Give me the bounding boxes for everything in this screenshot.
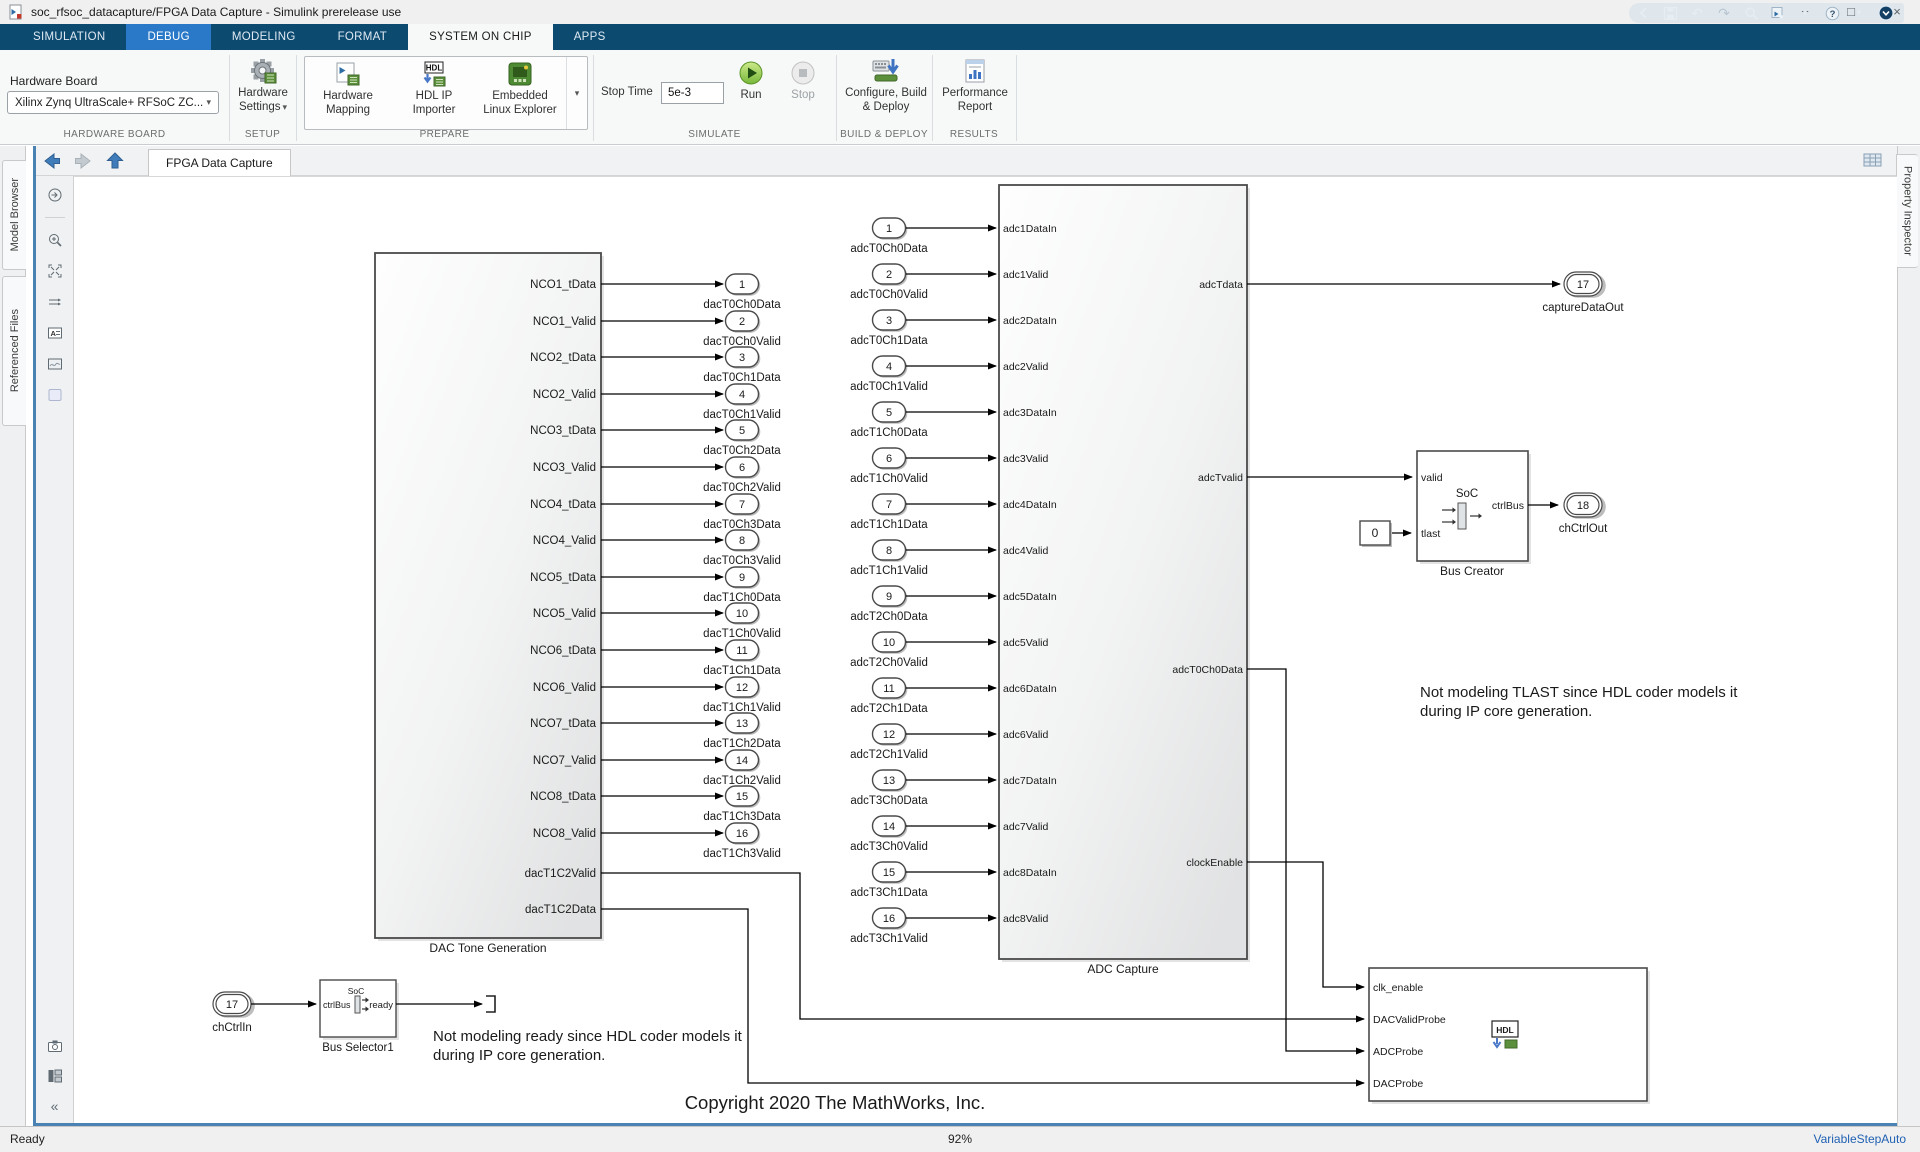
toolstrip-tab-bar: SIMULATIONDEBUGMODELINGFORMATSYSTEM ON C… <box>0 24 1920 50</box>
button-label: Importer <box>413 103 456 117</box>
configure-build-deploy-button[interactable]: Configure, Build & Deploy <box>843 56 929 114</box>
embedded-linux-button[interactable]: EmbeddedLinux Explorer <box>477 57 563 129</box>
run-icon <box>738 58 764 88</box>
solver-link[interactable]: VariableStepAuto <box>1813 1132 1906 1146</box>
stop-time-label: Stop Time <box>601 86 653 98</box>
svg-text:?: ? <box>1829 9 1835 20</box>
chevron-down-icon: ▾ <box>283 102 288 112</box>
help-icon[interactable]: ? <box>1824 5 1840 21</box>
up-to-parent-icon[interactable] <box>104 150 126 172</box>
stop-icon <box>790 58 816 88</box>
hardware-board-value: Xilinx Zynq UltraScale+ RFSoC ZC... <box>15 97 203 109</box>
hardware-settings-label-1: Hardware <box>238 86 288 100</box>
button-label: Mapping <box>326 103 370 117</box>
chevron-down-icon: ▾ <box>206 97 211 108</box>
status-message: Ready <box>10 1132 45 1146</box>
zoom-in-icon[interactable] <box>46 231 64 249</box>
button-label: Hardware <box>323 89 373 103</box>
performance-report-label-2: Report <box>958 100 993 114</box>
jump-icon[interactable] <box>46 186 64 204</box>
button-label: Linux Explorer <box>483 103 557 117</box>
hardware-settings-label-2: Settings <box>239 101 281 113</box>
toolstrip-collapse-icon[interactable] <box>1878 5 1894 21</box>
document-tab[interactable]: FPGA Data Capture <box>148 149 291 177</box>
section-caption-results: RESULTS <box>932 129 1016 140</box>
tab-property-inspector[interactable]: Property Inspector <box>1896 154 1918 268</box>
tab-modeling[interactable]: MODELING <box>211 24 317 50</box>
quick-access-toolbar: ↶ ↷ ▾? ▾ <box>1629 3 1904 23</box>
left-tab-strip: Model Browser Referenced Files <box>0 146 26 1126</box>
svg-text:A: A <box>50 329 56 338</box>
hdl-ip-importer-button[interactable]: HDL HDL IPImporter <box>391 57 477 129</box>
prepare-gallery: HardwareMapping HDL HDL IPImporter Embedded… <box>304 56 588 130</box>
performance-report-label-1: Performance <box>942 86 1008 100</box>
tab-debug[interactable]: DEBUG <box>126 24 210 50</box>
zoom-level: 92% <box>948 1132 972 1146</box>
tab-model-browser[interactable]: Model Browser <box>2 160 26 270</box>
performance-report-button[interactable]: Performance Report <box>937 56 1013 114</box>
section-caption-setup: SETUP <box>229 129 296 140</box>
button-label: HDL IP <box>416 89 453 103</box>
caret-down-icon[interactable]: ▾ <box>1797 5 1813 21</box>
tab-format[interactable]: FORMAT <box>317 24 409 50</box>
favorites-icon[interactable] <box>1770 5 1786 21</box>
performance-report-icon <box>962 56 988 86</box>
navigation-bar: FPGA Data Capture <box>36 146 1897 176</box>
window-title: soc_rfsoc_datacapture/FPGA Data Capture … <box>31 5 401 19</box>
gear-chip-icon <box>249 56 277 86</box>
right-tab-strip: Property Inspector <box>1897 146 1920 1126</box>
build-deploy-label-2: & Deploy <box>863 100 910 114</box>
grid-view-icon[interactable] <box>1863 152 1883 173</box>
stop-time-input[interactable]: 5e-3 <box>661 82 724 104</box>
status-bar: Ready 92% VariableStepAuto <box>0 1126 1920 1152</box>
annotation-icon[interactable]: A <box>46 324 64 342</box>
screenshot-icon[interactable] <box>46 1037 64 1055</box>
svg-text:HDL: HDL <box>426 64 443 73</box>
fit-view-icon[interactable] <box>46 262 64 280</box>
button-label: Embedded <box>492 89 548 103</box>
palette-divider <box>45 217 65 218</box>
caret-down-icon[interactable]: ▾ <box>1851 5 1867 21</box>
build-deploy-icon <box>871 56 901 86</box>
run-label: Run <box>740 88 761 102</box>
tab-system-on-chip[interactable]: SYSTEM ON CHIP <box>408 24 553 50</box>
section-caption-hardware-board: HARDWARE BOARD <box>0 129 229 140</box>
layout-icon[interactable] <box>46 1067 64 1085</box>
section-caption-build-deploy: BUILD & DEPLOY <box>836 129 932 140</box>
stop-label: Stop <box>791 88 815 102</box>
stop-time-value: 5e-3 <box>668 87 691 99</box>
forward-icon[interactable] <box>72 150 94 172</box>
image-icon[interactable] <box>46 355 64 373</box>
canvas-palette: A « <box>36 176 74 1123</box>
signal-routing-icon[interactable] <box>46 293 64 311</box>
search-icon[interactable] <box>1743 5 1759 21</box>
hardware-board-label: Hardware Board <box>10 74 97 88</box>
hardware-mapping-icon <box>334 59 362 89</box>
embedded-linux-icon <box>506 59 534 89</box>
model-canvas[interactable] <box>74 176 1897 1123</box>
tab-simulation[interactable]: SIMULATION <box>12 24 126 50</box>
section-caption-prepare: PREPARE <box>296 129 593 140</box>
redo-icon[interactable]: ↷ <box>1716 5 1732 21</box>
simulink-model-icon <box>8 4 24 20</box>
toolstrip: Hardware Board Xilinx Zynq UltraScale+ R… <box>0 50 1920 145</box>
undo-icon[interactable]: ↶ <box>1689 5 1705 21</box>
tab-apps[interactable]: APPS <box>553 24 627 50</box>
hardware-mapping-button[interactable]: HardwareMapping <box>305 57 391 129</box>
section-caption-simulate: SIMULATE <box>593 129 836 140</box>
collapse-icon[interactable]: « <box>46 1097 64 1115</box>
build-deploy-label-1: Configure, Build <box>845 86 927 100</box>
tab-referenced-files[interactable]: Referenced Files <box>2 276 26 426</box>
hdl-ip-importer-icon: HDL <box>420 59 448 89</box>
hardware-board-select[interactable]: Xilinx Zynq UltraScale+ RFSoC ZC... ▾ <box>7 91 219 114</box>
stop-button[interactable]: Stop <box>780 58 826 102</box>
hardware-settings-button[interactable]: Hardware Settings▾ <box>231 56 295 114</box>
section-separator <box>1016 55 1017 141</box>
qa-expand-icon[interactable] <box>1635 5 1651 21</box>
run-button[interactable]: Run <box>728 58 774 102</box>
save-icon[interactable] <box>1662 5 1678 21</box>
gallery-expand-button[interactable]: ▾ <box>566 57 587 129</box>
area-icon[interactable] <box>46 386 64 404</box>
back-icon[interactable] <box>41 150 63 172</box>
